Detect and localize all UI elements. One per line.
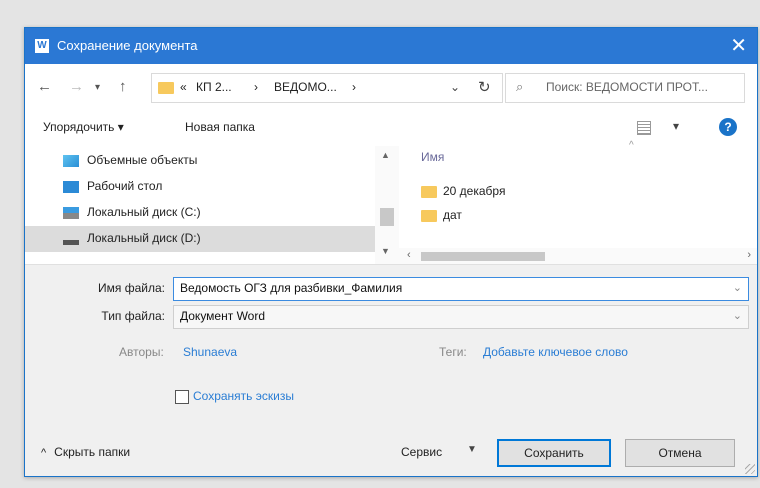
sidebar-item-desktop[interactable]: Рабочий стол (25, 174, 375, 200)
address-bar[interactable]: « КП 2... › ВЕДОМО... › ⌄ ↻ (151, 73, 503, 103)
column-header-name[interactable]: Имя (421, 150, 444, 164)
cancel-button[interactable]: Отмена (625, 439, 735, 467)
search-placeholder: Поиск: ВЕДОМОСТИ ПРОТ... (546, 80, 708, 94)
sidebar-item-label: Локальный диск (D:) (87, 231, 201, 245)
save-thumbnails-label[interactable]: Сохранять эскизы (193, 389, 294, 403)
back-arrow-icon[interactable]: ← (37, 78, 52, 95)
view-dropdown[interactable]: ▾ (673, 119, 679, 133)
save-thumbnails-checkbox[interactable] (175, 390, 189, 404)
scroll-up-icon[interactable]: ▲ (381, 150, 390, 160)
authors-value[interactable]: Shunaeva (183, 345, 237, 359)
filetype-value: Документ Word (180, 309, 266, 323)
drive-c-icon (63, 207, 79, 219)
title-bar: W Сохранение документа ✕ (25, 28, 757, 64)
search-box[interactable]: ⌕ Поиск: ВЕДОМОСТИ ПРОТ... (505, 73, 745, 103)
refresh-icon[interactable]: ↻ (478, 78, 491, 96)
sidebar-item-3d-objects[interactable]: Объемные объекты (25, 148, 375, 174)
up-arrow-icon[interactable]: ↑ (119, 78, 127, 95)
resize-grip-icon[interactable] (745, 464, 755, 474)
close-icon[interactable]: ✕ (730, 33, 747, 58)
hide-folders-label: Скрыть папки (54, 445, 131, 459)
save-button[interactable]: Сохранить (497, 439, 611, 467)
tools-dropdown-icon[interactable]: ▼ (467, 444, 477, 455)
scroll-right-icon[interactable]: › (747, 249, 751, 261)
breadcrumb-item[interactable]: КП 2... (196, 80, 232, 94)
navigation-scrollbar[interactable]: ▲ ▼ (375, 146, 399, 264)
filetype-select[interactable]: Документ Word ⌄ (173, 305, 749, 329)
drive-d-icon (63, 240, 79, 245)
search-icon: ⌕ (516, 79, 524, 94)
navigation-pane: Объемные объекты Рабочий стол Локальный … (25, 146, 399, 264)
help-icon[interactable]: ? (719, 118, 737, 136)
filename-value: Ведомость ОГЗ для разбивки_Фамилия (180, 281, 403, 295)
scrollbar-thumb[interactable] (380, 208, 394, 226)
folder-icon (158, 82, 174, 94)
chevron-up-icon: ^ (41, 447, 47, 459)
scroll-left-icon[interactable]: ‹ (407, 249, 411, 261)
file-name: дат (443, 208, 462, 222)
recent-locations-chevron-icon[interactable]: ▾ (95, 82, 100, 93)
sidebar-item-label: Локальный диск (C:) (87, 205, 201, 219)
scroll-down-icon[interactable]: ▼ (381, 246, 390, 256)
organize-button[interactable]: Упорядочить ▾ (43, 120, 124, 134)
filename-label: Имя файла: (98, 281, 165, 295)
sort-ascending-icon: ^ (629, 140, 634, 151)
scrollbar-thumb[interactable] (421, 252, 545, 261)
tags-label: Теги: (439, 345, 467, 359)
desktop-icon (63, 181, 79, 193)
save-dialog: W Сохранение документа ✕ ← → ▾ ↑ « КП 2.… (24, 27, 758, 477)
sidebar-item-drive-c[interactable]: Локальный диск (C:) (25, 200, 375, 226)
tools-button[interactable]: Сервис (401, 445, 442, 459)
chevron-down-icon[interactable]: ⌄ (450, 80, 460, 94)
folder-icon (421, 210, 437, 222)
file-list: Имя ^ 20 декабря дат ‹ › (399, 140, 757, 264)
tags-value[interactable]: Добавьте ключевое слово (483, 345, 628, 359)
forward-arrow-icon[interactable]: → (69, 78, 84, 95)
view-options-icon[interactable] (637, 121, 651, 135)
authors-label: Авторы: (119, 345, 164, 359)
3d-objects-icon (63, 155, 79, 167)
chevron-down-icon[interactable]: ⌄ (733, 281, 742, 294)
file-list-scrollbar[interactable]: ‹ › (399, 248, 757, 264)
hide-folders-button[interactable]: ^ Скрыть папки (41, 445, 130, 459)
command-toolbar: Упорядочить ▾ Новая папка ▾ ? (25, 110, 757, 146)
save-form: Имя файла: Ведомость ОГЗ для разбивки_Фа… (25, 264, 757, 476)
file-name: 20 декабря (443, 184, 506, 198)
sidebar-item-label: Объемные объекты (87, 153, 198, 167)
breadcrumb-separator[interactable]: › (352, 80, 356, 94)
sidebar-item-label: Рабочий стол (87, 179, 163, 193)
folder-icon (421, 186, 437, 198)
breadcrumb-item[interactable]: ВЕДОМО... (274, 80, 337, 94)
filetype-label: Тип файла: (101, 309, 165, 323)
filename-field[interactable]: Ведомость ОГЗ для разбивки_Фамилия ⌄ (173, 277, 749, 301)
chevron-down-icon[interactable]: ⌄ (733, 309, 742, 322)
dialog-title: Сохранение документа (57, 38, 198, 53)
navigation-bar: ← → ▾ ↑ « КП 2... › ВЕДОМО... › ⌄ ↻ ⌕ По… (25, 64, 757, 110)
word-icon: W (35, 39, 49, 53)
breadcrumb-overflow[interactable]: « (180, 80, 187, 94)
new-folder-button[interactable]: Новая папка (185, 120, 255, 134)
sidebar-item-drive-d[interactable]: Локальный диск (D:) (25, 226, 375, 252)
breadcrumb-separator[interactable]: › (254, 80, 258, 94)
